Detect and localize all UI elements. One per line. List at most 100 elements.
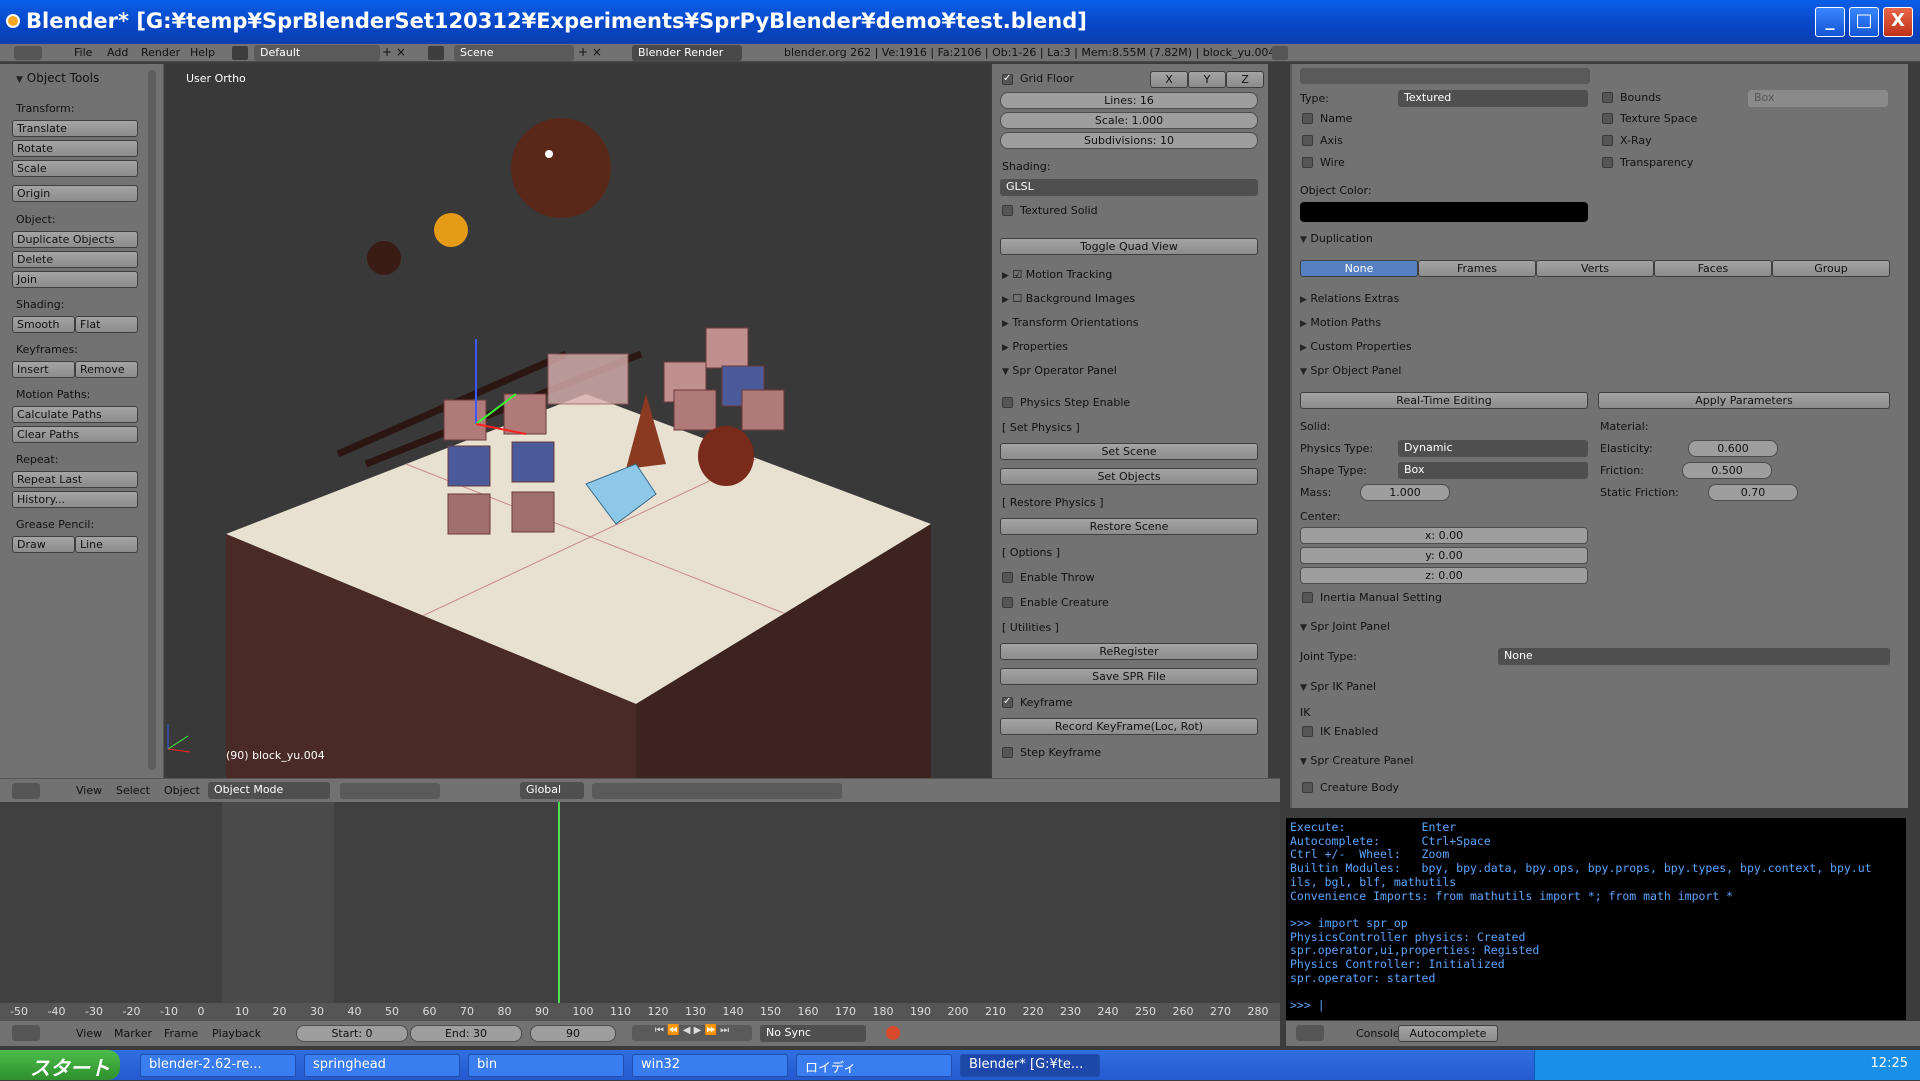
mass-field[interactable]: 1.000 xyxy=(1360,484,1450,501)
name-checkbox[interactable] xyxy=(1302,113,1313,124)
editor-type-icon[interactable] xyxy=(14,46,42,60)
shading-select[interactable]: GLSL xyxy=(1000,179,1258,196)
bounds-type-select[interactable]: Box xyxy=(1748,90,1888,107)
autocomplete-button[interactable]: Autocomplete xyxy=(1398,1025,1498,1042)
flat-button[interactable]: Flat xyxy=(75,316,138,333)
taskbar-item[interactable]: win32 xyxy=(632,1054,788,1077)
toggle-quad-view-button[interactable]: Toggle Quad View xyxy=(1000,238,1258,255)
sync-mode-select[interactable]: No Sync xyxy=(760,1025,866,1042)
repeat-last-button[interactable]: Repeat Last xyxy=(12,471,138,488)
insert-keyframe-button[interactable]: Insert xyxy=(12,361,75,378)
object-tools-header[interactable]: ▼ Object Tools xyxy=(16,71,99,85)
save-spr-file-button[interactable]: Save SPR File xyxy=(1000,668,1258,685)
tl-menu-playback[interactable]: Playback xyxy=(212,1027,261,1040)
render-engine-select[interactable]: Blender Render xyxy=(632,45,742,61)
display-type-select[interactable]: Textured xyxy=(1398,90,1588,107)
taskbar-item[interactable]: ロイディ xyxy=(796,1054,952,1077)
taskbar-item[interactable]: springhead xyxy=(304,1054,460,1077)
spr-ik-panel-header[interactable]: ▼ Spr IK Panel xyxy=(1300,680,1376,693)
menu-add[interactable]: Add xyxy=(107,46,128,59)
add-scene-icon[interactable]: + × xyxy=(578,45,602,59)
add-layout-icon[interactable]: + × xyxy=(382,45,406,59)
static-friction-field[interactable]: 0.70 xyxy=(1708,484,1798,501)
bounds-checkbox[interactable] xyxy=(1602,92,1613,103)
remove-keyframe-button[interactable]: Remove xyxy=(75,361,138,378)
dup-faces-tab[interactable]: Faces xyxy=(1654,260,1772,277)
duplication-header[interactable]: ▼ Duplication xyxy=(1300,232,1373,245)
editor-type-icon[interactable] xyxy=(1296,1025,1324,1041)
transform-orientation-select[interactable]: Global xyxy=(520,782,584,799)
menu-view[interactable]: View xyxy=(76,784,102,797)
step-keyframe-checkbox[interactable] xyxy=(1002,747,1013,758)
start-frame-field[interactable]: Start: 0 xyxy=(296,1025,408,1042)
textured-solid-checkbox[interactable] xyxy=(1002,205,1013,216)
origin-button[interactable]: Origin xyxy=(12,185,138,202)
center-z-field[interactable]: z: 0.00 xyxy=(1300,567,1588,584)
inertia-checkbox[interactable] xyxy=(1302,592,1313,603)
physics-type-select[interactable]: Dynamic xyxy=(1398,440,1588,457)
tl-menu-view[interactable]: View xyxy=(76,1027,102,1040)
realtime-editing-button[interactable]: Real-Time Editing xyxy=(1300,392,1588,409)
background-images-panel[interactable]: ▶ ☐ Background Images xyxy=(1002,292,1135,305)
transform-orientations-panel[interactable]: ▶ Transform Orientations xyxy=(1002,316,1138,329)
motion-tracking-panel[interactable]: ▶ ☑ Motion Tracking xyxy=(1002,268,1112,281)
translate-button[interactable]: Translate xyxy=(12,120,138,137)
current-frame-field[interactable]: 90 xyxy=(530,1025,616,1042)
history-button[interactable]: History... xyxy=(12,491,138,508)
grid-subdivisions-field[interactable]: Subdivisions: 10 xyxy=(1000,132,1258,149)
screen-layout-icon[interactable] xyxy=(232,46,248,60)
object-color-swatch[interactable] xyxy=(1300,202,1588,222)
center-x-field[interactable]: x: 0.00 xyxy=(1300,527,1588,544)
texture-space-checkbox[interactable] xyxy=(1602,113,1613,124)
dup-frames-tab[interactable]: Frames xyxy=(1418,260,1536,277)
tl-menu-marker[interactable]: Marker xyxy=(114,1027,152,1040)
record-keyframe-button[interactable]: Record KeyFrame(Loc, Rot) xyxy=(1000,718,1258,735)
scene-field[interactable]: Scene xyxy=(454,45,574,61)
line-button[interactable]: Line xyxy=(75,536,138,553)
object-mode-select[interactable]: Object Mode xyxy=(208,782,330,799)
taskbar-item-active[interactable]: Blender* [G:¥te... xyxy=(960,1054,1100,1077)
maximize-button[interactable]: □ xyxy=(1849,7,1879,37)
creature-body-checkbox[interactable] xyxy=(1302,782,1313,793)
grid-scale-field[interactable]: Scale: 1.000 xyxy=(1000,112,1258,129)
fullscreen-icon[interactable] xyxy=(1272,46,1288,60)
spr-operator-panel-header[interactable]: ▼ Spr Operator Panel xyxy=(1002,364,1117,377)
menu-object[interactable]: Object xyxy=(164,784,200,797)
apply-parameters-button[interactable]: Apply Parameters xyxy=(1598,392,1890,409)
menu-file[interactable]: File xyxy=(74,46,92,59)
enable-creature-checkbox[interactable] xyxy=(1002,597,1013,608)
join-button[interactable]: Join xyxy=(12,271,138,288)
menu-select[interactable]: Select xyxy=(116,784,150,797)
duplicate-objects-button[interactable]: Duplicate Objects xyxy=(12,231,138,248)
tool-shelf-scrollbar[interactable] xyxy=(148,70,156,770)
xray-checkbox[interactable] xyxy=(1602,135,1613,146)
dup-group-tab[interactable]: Group xyxy=(1772,260,1890,277)
draw-button[interactable]: Draw xyxy=(12,536,75,553)
delete-button[interactable]: Delete xyxy=(12,251,138,268)
shape-type-select[interactable]: Box xyxy=(1398,462,1588,479)
clear-paths-button[interactable]: Clear Paths xyxy=(12,426,138,443)
friction-field[interactable]: 0.500 xyxy=(1682,462,1772,479)
screen-layout-field[interactable]: Default xyxy=(254,45,380,61)
playback-controls[interactable]: ⏮ ⏪ ◀ ▶ ⏩ ⏭ xyxy=(632,1025,752,1041)
spr-object-panel-header[interactable]: ▼ Spr Object Panel xyxy=(1300,364,1401,377)
smooth-button[interactable]: Smooth xyxy=(12,316,75,333)
grid-lines-field[interactable]: Lines: 16 xyxy=(1000,92,1258,109)
relations-extras-panel[interactable]: ▶ Relations Extras xyxy=(1300,292,1399,305)
timeline-area[interactable] xyxy=(0,802,1280,1021)
dup-none-tab[interactable]: None xyxy=(1300,260,1418,277)
record-icon[interactable] xyxy=(886,1026,900,1040)
end-frame-field[interactable]: End: 30 xyxy=(410,1025,522,1042)
restore-scene-button[interactable]: Restore Scene xyxy=(1000,518,1258,535)
start-button[interactable]: スタート xyxy=(0,1050,120,1080)
editor-type-icon[interactable] xyxy=(12,1025,40,1041)
python-console[interactable]: Execute: Enter Autocomplete: Ctrl+Space … xyxy=(1286,818,1906,1020)
properties-panel[interactable]: ▶ Properties xyxy=(1002,340,1068,353)
taskbar-item[interactable]: blender-2.62-re... xyxy=(140,1054,296,1077)
tl-menu-frame[interactable]: Frame xyxy=(164,1027,198,1040)
wire-checkbox[interactable] xyxy=(1302,157,1313,168)
layer-buttons[interactable] xyxy=(592,783,842,799)
transparency-checkbox[interactable] xyxy=(1602,157,1613,168)
menu-help[interactable]: Help xyxy=(190,46,215,59)
axis-x-toggle[interactable]: X xyxy=(1150,71,1188,88)
